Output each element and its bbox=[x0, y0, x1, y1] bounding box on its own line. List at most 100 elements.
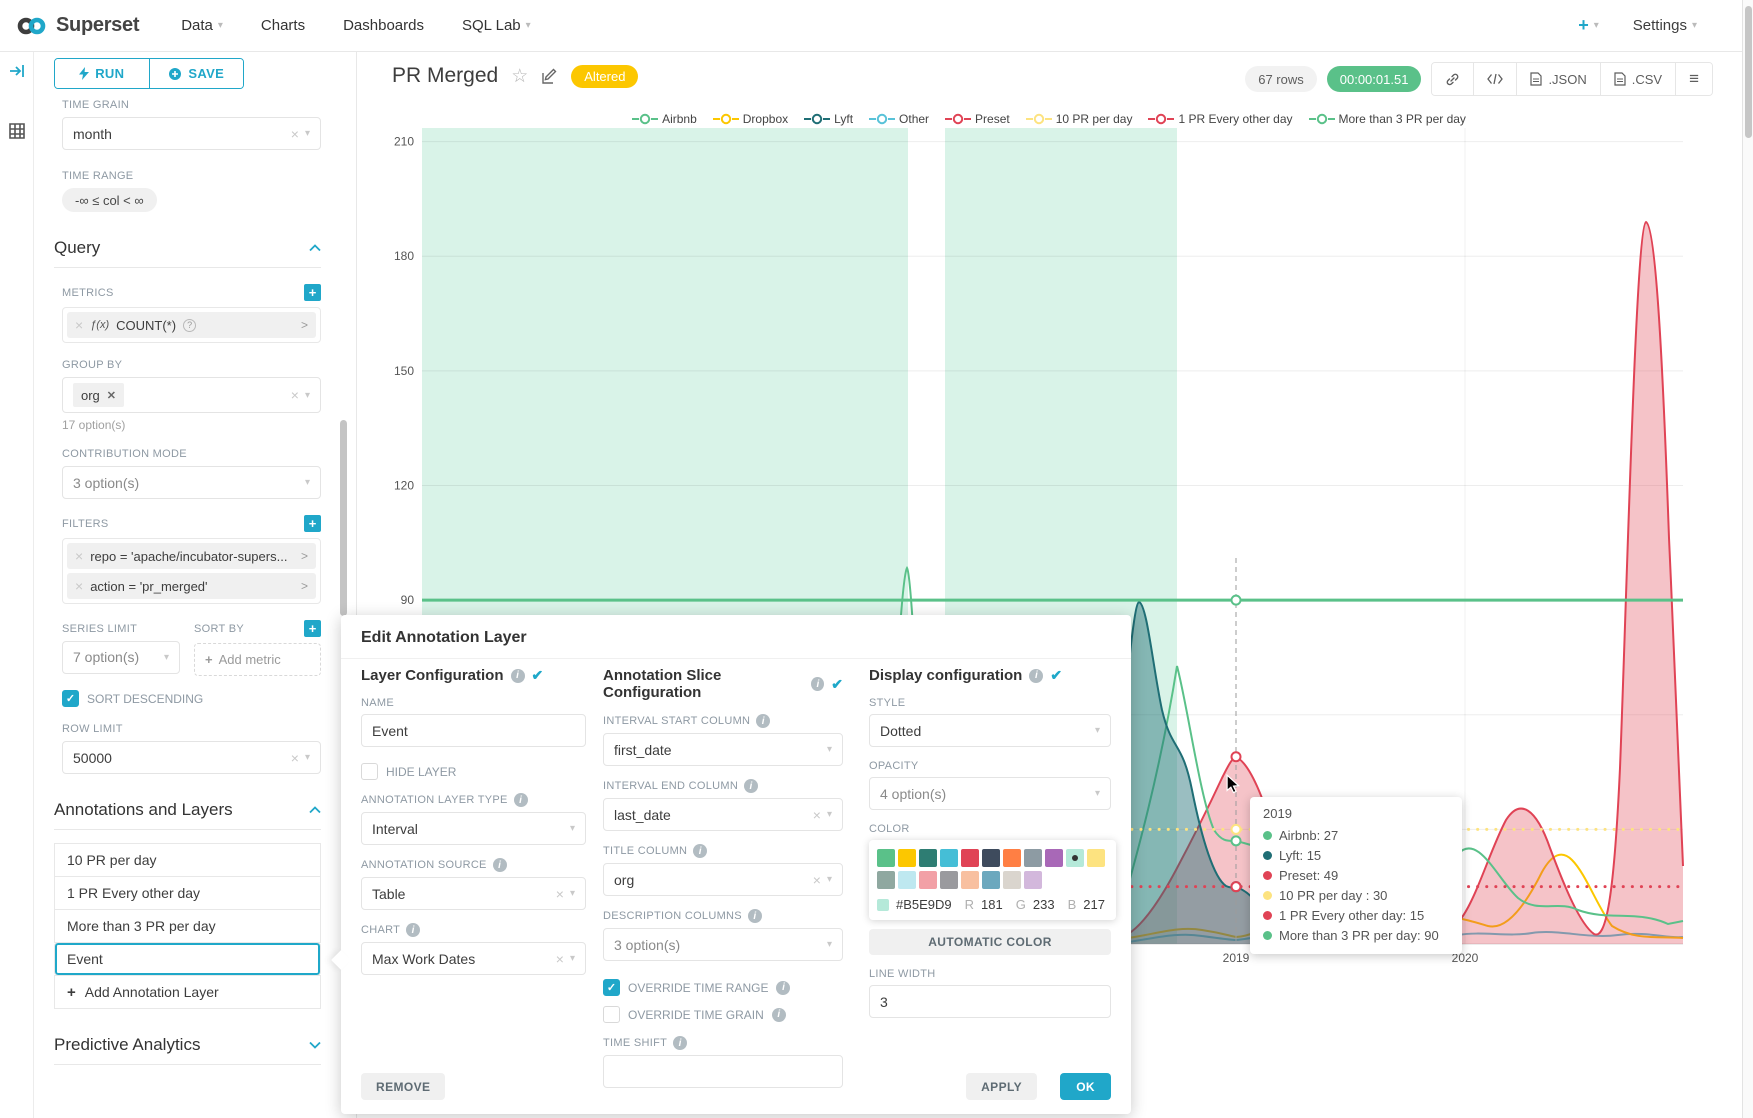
opacity-select[interactable]: 4 option(s)▾ bbox=[869, 777, 1111, 810]
legend-item[interactable]: Airbnb bbox=[632, 112, 697, 126]
annotation-layer-type-select[interactable]: Interval▾ bbox=[361, 812, 586, 845]
legend-item[interactable]: 10 PR per day bbox=[1026, 112, 1133, 126]
color-swatch[interactable] bbox=[982, 849, 1000, 867]
color-swatch[interactable] bbox=[961, 871, 979, 889]
collapse-panel-icon[interactable] bbox=[8, 62, 26, 80]
add-annotation-layer-button[interactable]: +Add Annotation Layer bbox=[54, 975, 321, 1009]
clear-icon[interactable]: × bbox=[291, 126, 299, 142]
color-swatch[interactable] bbox=[919, 871, 937, 889]
metric-pill[interactable]: × ƒ(x) COUNT(*) ? > bbox=[67, 312, 316, 338]
description-columns-select[interactable]: 3 option(s)▾ bbox=[603, 928, 843, 961]
clear-icon[interactable]: × bbox=[813, 807, 821, 823]
info-icon[interactable]: i bbox=[406, 923, 420, 937]
contribution-mode-select[interactable]: 3 option(s) ▾ bbox=[62, 466, 321, 499]
color-swatch[interactable] bbox=[898, 849, 916, 867]
color-swatch[interactable] bbox=[877, 871, 895, 889]
export-json-button[interactable]: .JSON bbox=[1517, 63, 1600, 95]
run-button[interactable]: RUN bbox=[55, 59, 149, 88]
color-swatch[interactable] bbox=[1024, 849, 1042, 867]
title-column-select[interactable]: org×▾ bbox=[603, 863, 843, 896]
clear-icon[interactable]: × bbox=[556, 951, 564, 967]
checkbox-checked-icon[interactable]: ✓ bbox=[62, 690, 79, 707]
expand-icon[interactable]: > bbox=[301, 318, 308, 332]
color-swatch[interactable] bbox=[1003, 849, 1021, 867]
color-swatch[interactable] bbox=[877, 849, 895, 867]
info-icon[interactable]: i bbox=[744, 779, 758, 793]
sort-descending-row[interactable]: ✓ SORT DESCENDING bbox=[62, 690, 321, 707]
legend-item[interactable]: Preset bbox=[945, 112, 1010, 126]
remove-button[interactable]: REMOVE bbox=[361, 1073, 445, 1100]
r-value[interactable]: 181 bbox=[981, 897, 1003, 912]
datasource-grid-icon[interactable] bbox=[8, 122, 26, 140]
annotation-layer-item[interactable]: 10 PR per day bbox=[54, 843, 321, 877]
color-swatch[interactable] bbox=[940, 871, 958, 889]
info-icon[interactable]: i bbox=[748, 909, 762, 923]
info-icon[interactable]: i bbox=[514, 793, 528, 807]
predictive-section-header[interactable]: Predictive Analytics bbox=[54, 1035, 321, 1065]
settings-menu[interactable]: Settings▾ bbox=[1633, 17, 1697, 34]
info-icon[interactable]: i bbox=[693, 844, 707, 858]
interval-end-column-select[interactable]: last_date×▾ bbox=[603, 798, 843, 831]
query-section-header[interactable]: Query bbox=[54, 238, 321, 268]
line-width-input[interactable] bbox=[869, 985, 1111, 1018]
nav-item-dashboards[interactable]: Dashboards bbox=[343, 17, 424, 34]
color-swatch[interactable] bbox=[898, 871, 916, 889]
clear-icon[interactable]: × bbox=[291, 750, 299, 766]
color-swatch[interactable] bbox=[1066, 849, 1084, 867]
g-value[interactable]: 233 bbox=[1033, 897, 1055, 912]
info-icon[interactable]: i bbox=[1029, 669, 1043, 683]
share-link-button[interactable] bbox=[1432, 63, 1474, 95]
info-icon[interactable]: i bbox=[493, 858, 507, 872]
legend-item[interactable]: Dropbox bbox=[713, 112, 788, 126]
panel-scrollbar-thumb[interactable] bbox=[340, 420, 347, 616]
legend-item[interactable]: Other bbox=[869, 112, 929, 126]
export-csv-button[interactable]: .CSV bbox=[1601, 63, 1676, 95]
color-swatch[interactable] bbox=[1087, 849, 1105, 867]
group-by-select[interactable]: org✕ × ▾ bbox=[62, 377, 321, 413]
name-input[interactable] bbox=[361, 714, 586, 747]
color-swatch[interactable] bbox=[1024, 871, 1042, 889]
annotation-source-select[interactable]: Table×▾ bbox=[361, 877, 586, 910]
remove-filter-icon[interactable]: × bbox=[75, 578, 83, 594]
checkbox-unchecked-icon[interactable] bbox=[361, 763, 378, 780]
more-menu-button[interactable]: ≡ bbox=[1676, 63, 1712, 95]
annotation-layer-item[interactable]: 1 PR Every other day bbox=[54, 876, 321, 910]
sort-by-add-metric[interactable]: +Add metric bbox=[194, 643, 321, 676]
legend-item[interactable]: More than 3 PR per day bbox=[1309, 112, 1466, 126]
color-swatch[interactable] bbox=[940, 849, 958, 867]
info-icon[interactable]: i bbox=[511, 669, 525, 683]
add-sort-metric-button[interactable]: + bbox=[304, 620, 321, 637]
embed-code-button[interactable] bbox=[1474, 63, 1517, 95]
favorite-star-icon[interactable]: ☆ bbox=[511, 65, 528, 88]
chart-select[interactable]: Max Work Dates×▾ bbox=[361, 942, 586, 975]
clear-icon[interactable]: × bbox=[556, 886, 564, 902]
info-icon[interactable]: i bbox=[756, 714, 770, 728]
nav-item-charts[interactable]: Charts bbox=[261, 17, 305, 34]
add-metric-button[interactable]: + bbox=[304, 284, 321, 301]
color-swatch[interactable] bbox=[919, 849, 937, 867]
info-icon[interactable]: i bbox=[772, 1008, 786, 1022]
expand-icon[interactable]: > bbox=[301, 579, 308, 593]
nav-item-data[interactable]: Data▾ bbox=[181, 17, 223, 34]
superset-logo[interactable]: Superset bbox=[16, 14, 139, 37]
info-icon[interactable]: i bbox=[776, 981, 790, 995]
save-button[interactable]: SAVE bbox=[149, 59, 244, 88]
add-filter-button[interactable]: + bbox=[304, 515, 321, 532]
filter-pill[interactable]: ×repo = 'apache/incubator-supers...> bbox=[67, 543, 316, 569]
annotations-section-header[interactable]: Annotations and Layers bbox=[54, 800, 321, 830]
checkbox-unchecked-icon[interactable] bbox=[603, 1006, 620, 1023]
series-limit-select[interactable]: 7 option(s) ▾ bbox=[62, 641, 180, 674]
time-shift-input[interactable] bbox=[603, 1055, 843, 1088]
legend-item[interactable]: Lyft bbox=[804, 112, 853, 126]
info-icon[interactable]: i bbox=[811, 677, 824, 691]
legend-item[interactable]: 1 PR Every other day bbox=[1148, 112, 1292, 126]
expand-icon[interactable]: > bbox=[301, 549, 308, 563]
color-swatch[interactable] bbox=[1003, 871, 1021, 889]
apply-button[interactable]: APPLY bbox=[966, 1073, 1037, 1100]
clear-icon[interactable]: × bbox=[291, 387, 299, 403]
edit-pencil-icon[interactable] bbox=[541, 68, 558, 85]
color-swatch[interactable] bbox=[1045, 849, 1063, 867]
new-button[interactable]: +▾ bbox=[1578, 15, 1599, 36]
ok-button[interactable]: OK bbox=[1060, 1073, 1111, 1100]
style-select[interactable]: Dotted▾ bbox=[869, 714, 1111, 747]
